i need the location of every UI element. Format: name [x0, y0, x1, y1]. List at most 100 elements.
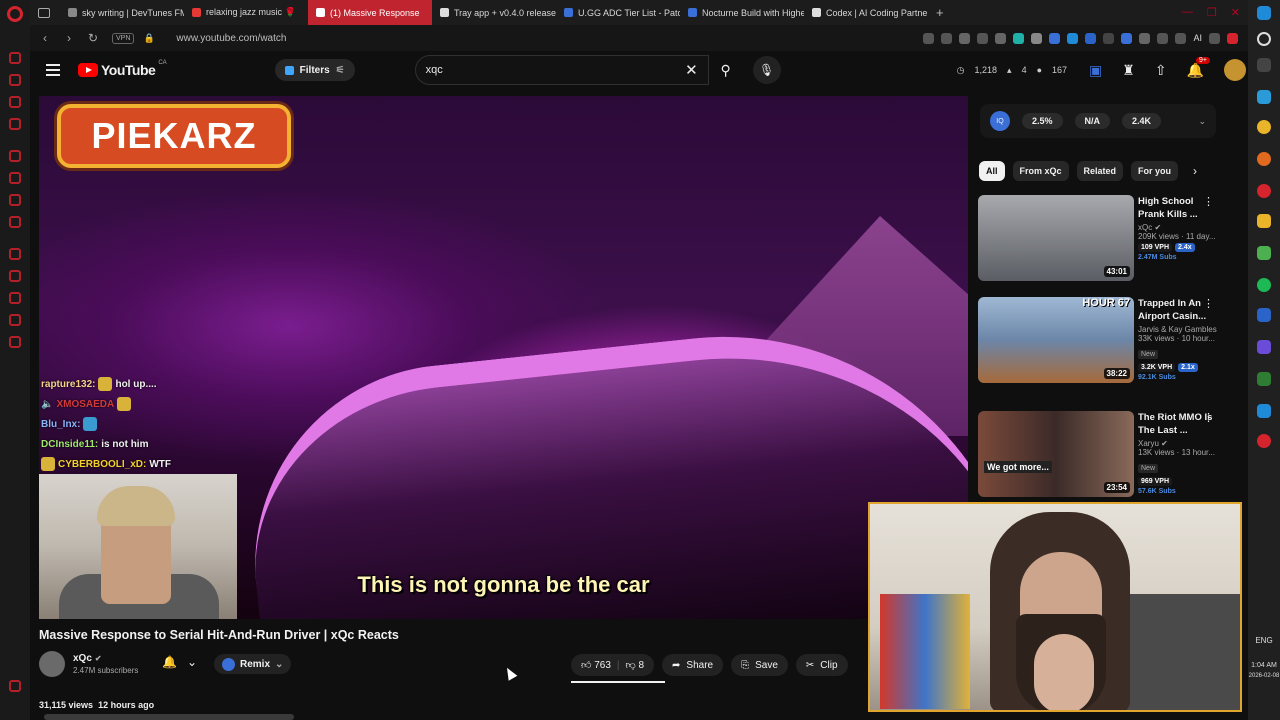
chevron-right-icon[interactable]: › — [1193, 164, 1197, 178]
extension-icon[interactable] — [1031, 32, 1043, 44]
sidebar-app-icon[interactable] — [9, 314, 21, 326]
youtube-logo[interactable]: YouTube CA — [78, 60, 167, 78]
chevron-down-icon[interactable]: ⌄ — [1198, 116, 1206, 127]
recommendation-item[interactable]: We got more... 23:54 The Riot MMO Is The… — [978, 411, 1218, 499]
clock-date[interactable]: 2026-02-08 — [1248, 673, 1280, 679]
subscription-bell[interactable]: 🔔 ⌄ — [162, 655, 197, 669]
start-icon[interactable] — [1257, 6, 1271, 20]
opera-logo-icon[interactable] — [7, 6, 23, 22]
recommendation-channel[interactable]: xQc ✔ — [1138, 223, 1218, 232]
spotify-icon[interactable] — [1257, 278, 1271, 292]
firefox-icon[interactable] — [1257, 152, 1271, 166]
filters-button[interactable]: Filters ⚟ — [274, 59, 355, 81]
sidebar-app-icon[interactable] — [9, 172, 21, 184]
search-icon[interactable] — [1257, 32, 1271, 46]
discord-icon[interactable] — [1257, 340, 1271, 354]
reload-icon[interactable]: ↻ — [84, 31, 102, 45]
browser-tab[interactable]: Nocturne Build with Highe — [680, 0, 804, 25]
remix-button[interactable]: Remix ⌄ — [214, 654, 292, 674]
recommendation-channel[interactable]: Jarvis & Kay Gambles — [1138, 325, 1218, 334]
extension-icon[interactable] — [1227, 32, 1238, 44]
vpn-badge[interactable]: VPN — [112, 32, 135, 44]
recommendation-item[interactable]: 43:01 High School Prank Kills ... xQc ✔ … — [978, 195, 1218, 283]
minimize-icon[interactable]: — — [1182, 6, 1193, 19]
extension-icon[interactable] — [1049, 32, 1061, 44]
channel-info[interactable]: xQc ✔ 2.47M subscribers — [39, 651, 138, 677]
sidebar-app-icon[interactable] — [9, 52, 21, 64]
share-button[interactable]: ➦ Share — [662, 654, 724, 676]
video-thumbnail[interactable]: We got more... 23:54 — [978, 411, 1134, 497]
maximize-icon[interactable]: ❐ — [1207, 6, 1217, 19]
avatar[interactable] — [1224, 59, 1247, 81]
sidebar-app-icon[interactable] — [9, 118, 21, 130]
snapshot-icon[interactable] — [941, 32, 953, 44]
language-indicator[interactable]: ENG — [1248, 636, 1280, 645]
voice-search-button[interactable]: 🎙 — [752, 56, 781, 84]
new-tab-button[interactable]: + — [928, 5, 952, 20]
clear-search-icon[interactable]: ✕ — [685, 61, 698, 79]
app-icon[interactable] — [1257, 372, 1271, 386]
description-preview[interactable] — [44, 714, 294, 720]
recommendation-channel[interactable]: Xaryu ✔ — [1138, 439, 1218, 448]
ai-button[interactable]: AI — [1193, 33, 1202, 44]
app-icon[interactable] — [1257, 434, 1271, 448]
chrome-icon[interactable] — [1257, 120, 1271, 134]
tab-manager-icon[interactable] — [38, 7, 50, 18]
more-options-icon[interactable]: ⋮ — [1203, 411, 1214, 424]
task-view-icon[interactable] — [1257, 58, 1271, 72]
browser-tab[interactable]: Codex | AI Coding Partner — [804, 0, 928, 25]
chip-related[interactable]: Related — [1076, 161, 1124, 181]
browser-tab[interactable]: U.GG ADC Tier List - Patch — [556, 0, 680, 25]
sidebar-app-icon[interactable] — [9, 194, 21, 206]
sidebar-app-icon[interactable] — [9, 216, 21, 228]
copilot-icon[interactable] — [1257, 90, 1271, 104]
video-thumbnail[interactable]: HOUR 67 38:22 — [978, 297, 1134, 383]
url-field[interactable]: www.youtube.com/watch — [176, 33, 286, 44]
opera-icon[interactable] — [1257, 184, 1271, 198]
extension-icon[interactable] — [1013, 32, 1025, 44]
notifications-button[interactable]: 🔔 9+ — [1187, 56, 1211, 79]
sidebar-app-icon[interactable] — [9, 248, 21, 260]
more-options-icon[interactable]: ⋮ — [1203, 297, 1214, 310]
back-icon[interactable]: ‹ — [36, 31, 54, 45]
menu-icon[interactable] — [1209, 32, 1220, 44]
browser-tab-active[interactable]: (1) Massive Response — [308, 0, 432, 25]
channel-name-row[interactable]: xQc ✔ — [73, 653, 138, 664]
channel-avatar[interactable] — [39, 651, 65, 677]
video-thumbnail[interactable]: 43:01 — [978, 195, 1134, 281]
extension-icon[interactable] — [1085, 32, 1097, 44]
extension-icon[interactable]: ▣ — [1089, 62, 1102, 79]
chip-from-channel[interactable]: From xQc — [1012, 161, 1069, 181]
extension-badge[interactable]: IQ — [990, 111, 1010, 131]
extension-icon[interactable] — [1067, 32, 1079, 44]
sidebar-app-icon[interactable] — [9, 74, 21, 86]
browser-tab[interactable]: sky writing | DevTunes FM — [60, 0, 184, 25]
browser-tab[interactable]: relaxing jazz music 🌹 — [184, 0, 308, 25]
chip-for-you[interactable]: For you — [1131, 161, 1179, 181]
dislike-button[interactable]: 👎︎ 8 — [626, 659, 645, 671]
download-icon[interactable] — [1157, 32, 1169, 44]
menu-icon[interactable] — [46, 61, 60, 79]
extension-icon[interactable] — [1103, 32, 1115, 44]
extension-icon[interactable] — [1139, 32, 1151, 44]
shield-icon[interactable] — [959, 32, 971, 44]
sidebar-app-icon[interactable] — [9, 270, 21, 282]
search-input[interactable]: xqc ✕ — [414, 55, 709, 85]
upload-icon[interactable]: ⇧ — [1155, 62, 1167, 79]
video-player[interactable]: PIEKARZ rapture132: hol up.... 🔈 XMOSAEDA … — [39, 96, 968, 619]
forward-icon[interactable]: › — [60, 31, 78, 45]
browser-tab[interactable]: Tray app + v0.4.0 release — [432, 0, 556, 25]
extension-icon[interactable] — [1121, 32, 1133, 44]
more-options-icon[interactable]: ⋮ — [1203, 195, 1214, 208]
search-button[interactable]: ⚲ — [709, 55, 743, 85]
app-icon[interactable] — [1257, 308, 1271, 322]
sidebar-app-icon[interactable] — [9, 150, 21, 162]
view-count-row[interactable]: 31,115 views 12 hours ago — [39, 700, 154, 710]
sidebar-app-icon[interactable] — [9, 96, 21, 108]
extension-icon[interactable] — [1175, 32, 1187, 44]
sidebar-app-icon[interactable] — [9, 336, 21, 348]
sidebar-more-icon[interactable] — [9, 680, 21, 692]
close-icon[interactable]: ✕ — [1231, 6, 1240, 19]
folder-icon[interactable] — [1257, 214, 1271, 228]
like-button[interactable]: 👍︎ 763 — [581, 659, 611, 671]
